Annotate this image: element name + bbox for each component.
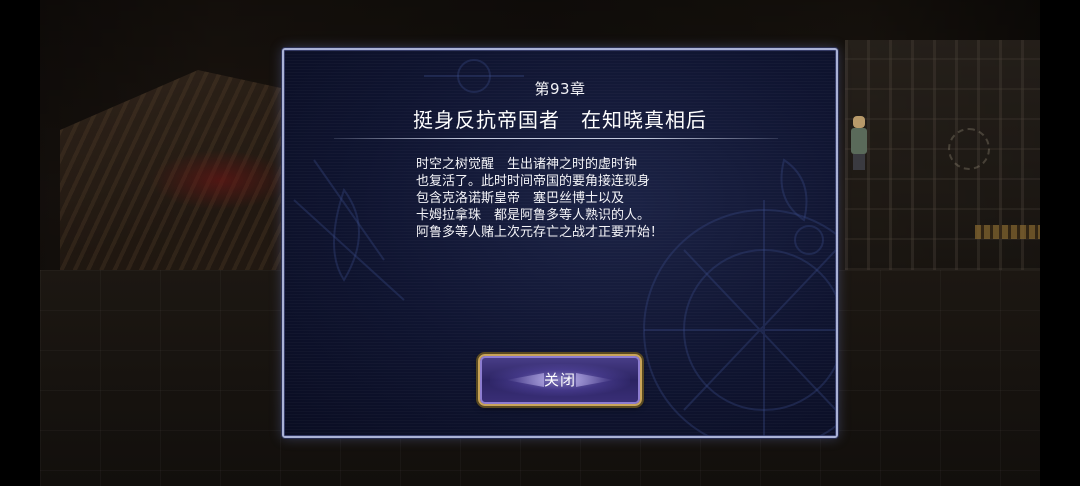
- close-button-label: 关闭: [543, 371, 576, 389]
- title-divider: [334, 138, 778, 139]
- chapter-summary: 时空之树觉醒 生出诸神之时的虚时钟 也复活了。此时时间帝国的要角接连现身 包含克…: [416, 156, 716, 241]
- summary-line: 卡姆拉拿珠 都是阿鲁多等人熟识的人。: [416, 208, 651, 223]
- letterbox-right: [1040, 0, 1080, 486]
- summary-line: 包含克洛诺斯皇帝 塞巴丝博士以及: [416, 191, 625, 206]
- close-button[interactable]: 关闭: [478, 354, 642, 406]
- background-gold-ornaments: [975, 225, 1040, 239]
- character-legs: [853, 154, 865, 170]
- summary-line: 也复活了。此时时间帝国的要角接连现身: [416, 174, 651, 189]
- background-gear-icon: [948, 128, 990, 170]
- chapter-number: 第93章: [534, 80, 586, 98]
- player-character-sprite: [849, 116, 869, 170]
- letterbox-left: [0, 0, 40, 486]
- character-body: [851, 128, 867, 154]
- summary-line: 时空之树觉醒 生出诸神之时的虚时钟: [416, 157, 638, 172]
- chapter-title: 挺身反抗帝国者 在知晓真相后: [413, 108, 707, 132]
- character-head: [853, 116, 865, 128]
- background-red-cloth: [150, 150, 290, 210]
- game-scene-background: 第93章 挺身反抗帝国者 在知晓真相后 时空之树觉醒 生出诸神之时的虚时钟 也复…: [0, 0, 1080, 486]
- summary-line: 阿鲁多等人赌上次元存亡之战才正要开始！: [416, 225, 664, 240]
- chapter-story-dialog: 第93章 挺身反抗帝国者 在知晓真相后 时空之树觉醒 生出诸神之时的虚时钟 也复…: [282, 48, 838, 438]
